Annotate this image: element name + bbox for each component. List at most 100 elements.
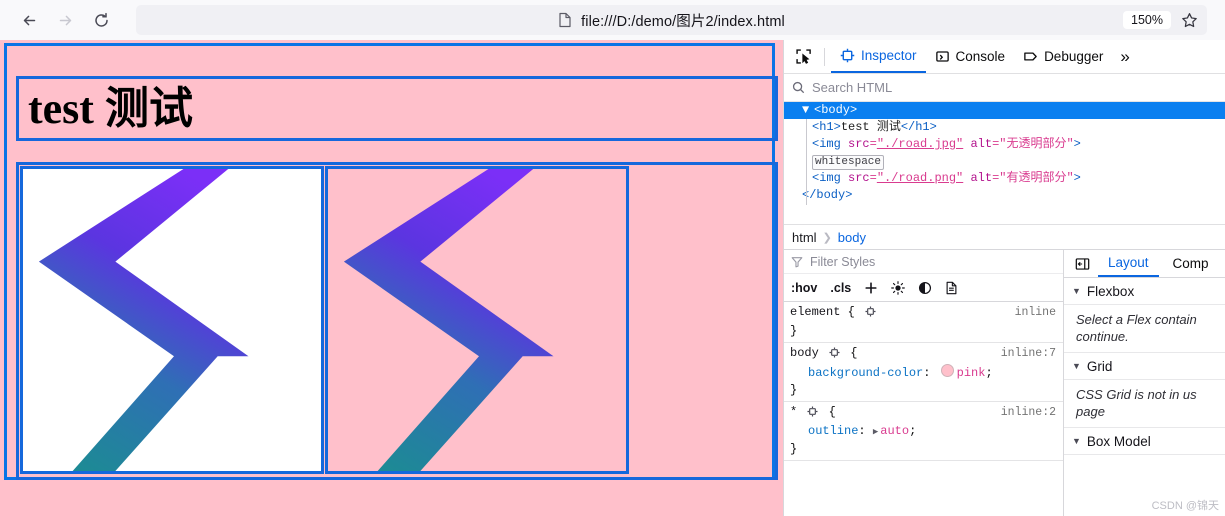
bookmark-button[interactable] [1175, 6, 1203, 34]
caret-down-icon-flexbox: ▼ [1072, 286, 1081, 296]
markup-row-img-png[interactable]: <img src="./road.png" alt="有透明部分"> [784, 170, 1225, 187]
print-media-button[interactable] [945, 281, 958, 295]
toolbar-separator [824, 47, 825, 66]
markup-row-body-close[interactable]: </body> [784, 187, 1225, 204]
section-body-flexbox: Select a Flex contain continue. [1064, 305, 1225, 353]
section-header-box-model[interactable]: ▼ Box Model [1064, 428, 1225, 455]
declaration-value-bg[interactable]: pink [957, 366, 986, 380]
markup-row-body-open[interactable]: ▼ <body> [784, 102, 1225, 119]
tab-console[interactable]: Console [926, 40, 1015, 73]
forward-button[interactable] [48, 5, 82, 35]
declaration-property-bg[interactable]: background-color [790, 366, 923, 380]
tab-inspector-label: Inspector [861, 48, 917, 63]
zoom-level-indicator[interactable]: 150% [1123, 10, 1171, 30]
markup-row-img-jpg[interactable]: <img src="./road.jpg" alt="无透明部分"> [784, 136, 1225, 153]
color-swatch-pink[interactable] [940, 364, 954, 377]
reload-button[interactable] [84, 5, 118, 35]
markup-view: ▼ <body> <h1>test 测试</h1> <img src="./roa… [784, 102, 1225, 224]
body-element-outline: test 测试 [4, 43, 778, 480]
declaration-value-outline[interactable]: auto [880, 424, 909, 438]
image-road-png[interactable] [325, 166, 629, 474]
page-document-icon [559, 12, 571, 28]
dock-to-side-button[interactable] [1070, 253, 1094, 275]
section-header-grid[interactable]: ▼ Grid [1064, 353, 1225, 380]
tab-layout[interactable]: Layout [1098, 250, 1159, 277]
devtools-overflow-button[interactable]: » [1112, 48, 1137, 65]
style-rule-universal[interactable]: inline:2 * { outline: ▶ auto; } [784, 402, 1063, 461]
navigation-buttons [12, 5, 118, 35]
console-icon [935, 49, 950, 64]
address-bar-actions: 150% [1123, 5, 1203, 35]
expand-shorthand-icon[interactable]: ▶ [873, 424, 878, 441]
debugger-icon [1023, 49, 1038, 64]
dock-to-side-icon [1075, 257, 1089, 270]
markup-img-src-value-1[interactable]: "./road.jpg" [877, 137, 963, 151]
style-rule-source-0[interactable]: inline [1015, 304, 1056, 321]
style-rule-source-1[interactable]: inline:7 [1001, 345, 1056, 362]
caret-down-icon-grid: ▼ [1072, 361, 1081, 371]
light-scheme-button[interactable] [891, 280, 906, 295]
search-icon [792, 81, 805, 94]
star-icon [1181, 12, 1197, 27]
dark-mode-icon [919, 281, 932, 294]
styles-pane: Filter Styles :hov .cls inline element {… [784, 250, 1064, 516]
selector-highlighter-icon-2[interactable] [807, 406, 818, 423]
tab-debugger[interactable]: Debugger [1014, 40, 1112, 73]
layout-pane-tabs: Layout Comp [1064, 250, 1225, 278]
expand-twisty-icon[interactable]: ▼ [802, 102, 814, 119]
address-bar[interactable]: file:///D:/demo/图片2/index.html 150% [136, 5, 1207, 35]
style-rule-selector-0[interactable]: element [790, 305, 840, 319]
reload-icon [94, 12, 108, 27]
add-rule-button[interactable] [864, 281, 878, 295]
style-rule-selector-2[interactable]: * [790, 405, 797, 419]
style-rule-element[interactable]: inline element { } [784, 302, 1063, 343]
tab-console-label: Console [955, 49, 1006, 64]
section-header-flexbox[interactable]: ▼ Flexbox [1064, 278, 1225, 305]
section-title-flexbox: Flexbox [1086, 283, 1135, 299]
breadcrumb-item-body[interactable]: body [838, 230, 866, 245]
back-button[interactable] [12, 5, 46, 35]
markup-row-whitespace: whitespace [784, 153, 1225, 170]
section-body-grid: CSS Grid is not in us page [1064, 380, 1225, 428]
breadcrumb-item-html[interactable]: html [792, 230, 817, 245]
page-heading-box: test 测试 [16, 76, 778, 141]
watermark: CSDN @锦天 [1151, 500, 1219, 512]
forward-arrow-icon [59, 15, 71, 25]
breadcrumb: html ❯ body [784, 224, 1225, 250]
target-glyph-2 [807, 406, 818, 417]
style-declaration-outline[interactable]: outline: ▶ auto; [790, 423, 1063, 441]
url-text[interactable]: file:///D:/demo/图片2/index.html [581, 10, 785, 31]
dark-scheme-button[interactable] [918, 281, 932, 295]
devtools-panel: Inspector Console Debugger » Search HTML… [783, 40, 1225, 516]
style-rule-close-2: } [790, 442, 798, 456]
style-rule-body[interactable]: inline:7 body { background-color: pink; … [784, 343, 1063, 402]
markup-body-tag: <body> [814, 103, 858, 117]
style-rule-source-2[interactable]: inline:2 [1001, 404, 1056, 421]
selector-highlighter-icon-0[interactable] [865, 306, 876, 323]
selector-highlighter-icon-1[interactable] [829, 347, 840, 364]
target-glyph-1 [829, 347, 840, 358]
styles-filter-input[interactable]: Filter Styles [784, 250, 1063, 274]
style-declaration-background-color[interactable]: background-color: pink; [790, 364, 1063, 382]
markup-img-alt-value-2: "有透明部分" [999, 171, 1074, 185]
html-search-bar[interactable]: Search HTML [784, 74, 1225, 102]
class-toggle-button[interactable]: .cls [830, 281, 851, 295]
image-road-jpg[interactable] [20, 166, 324, 474]
declaration-property-outline[interactable]: outline [790, 424, 858, 438]
html-search-placeholder: Search HTML [812, 80, 893, 95]
print-media-icon [946, 281, 957, 294]
tab-computed[interactable]: Comp [1163, 250, 1219, 277]
markup-row-h1[interactable]: <h1>test 测试</h1> [784, 119, 1225, 136]
markup-img-alt-value-1: "无透明部分" [999, 137, 1074, 151]
hover-states-button[interactable]: :hov [791, 281, 817, 295]
devtools-lower-panes: Filter Styles :hov .cls inline element {… [784, 250, 1225, 516]
page-viewport: test 测试 [0, 40, 783, 516]
markup-img-src-value-2[interactable]: "./road.png" [877, 171, 963, 185]
tab-inspector[interactable]: Inspector [831, 40, 926, 73]
browser-toolbar: file:///D:/demo/图片2/index.html 150% [0, 0, 1225, 40]
element-picker-button[interactable] [788, 43, 818, 71]
inspector-icon [840, 48, 855, 63]
style-rule-selector-1[interactable]: body [790, 346, 819, 360]
markup-img-src-attr-1: src [848, 137, 870, 151]
styles-toolbar: :hov .cls [784, 274, 1063, 302]
